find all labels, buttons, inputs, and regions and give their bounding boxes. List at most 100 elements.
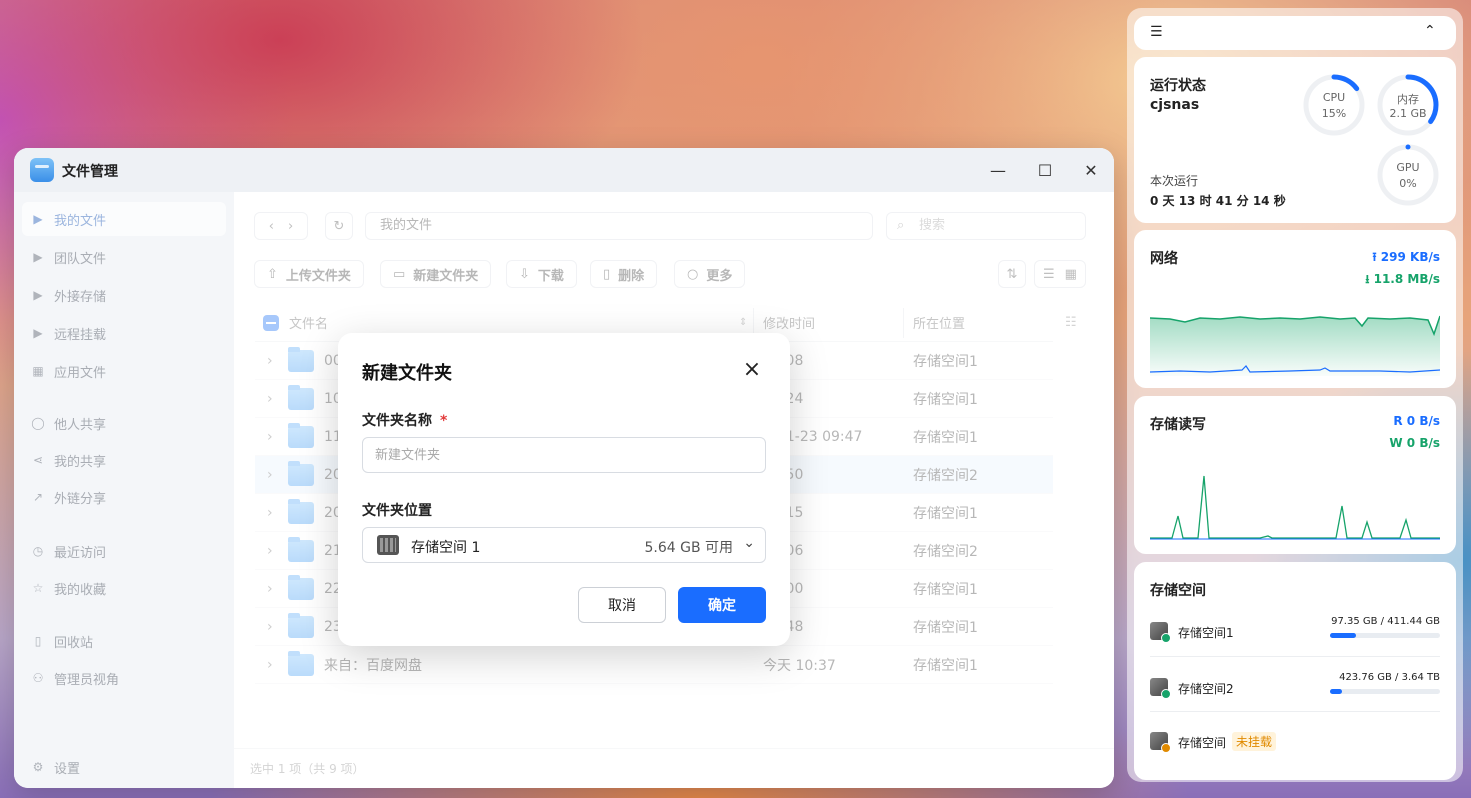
column-location[interactable]: 所在位置 (913, 313, 965, 332)
new-folder-button[interactable]: ▭ 新建文件夹 (380, 260, 492, 288)
storage-item[interactable]: 存储空间1 97.35 GB / 411.44 GB (1150, 614, 1440, 654)
table-row[interactable]: › 来自：百度网盘 今天 10:37 存储空间1 (255, 646, 1053, 684)
select-all-checkbox[interactable] (263, 315, 279, 331)
sidebar-item-remote-mount[interactable]: ▶ 远程挂载 (22, 316, 226, 350)
widget-header: ☰ ⌃ (1134, 16, 1456, 50)
refresh-icon: ↻ (333, 218, 345, 234)
more-button[interactable]: ○ 更多 (674, 260, 746, 288)
unmounted-badge: 未挂载 (1232, 732, 1277, 751)
filter-list-icon[interactable]: ☰ (1150, 24, 1163, 40)
required-mark: * (440, 413, 448, 429)
arrow-down-icon: ⭳ (1365, 272, 1374, 286)
cancel-button[interactable]: 取消 (578, 587, 666, 623)
sidebar-item-trash[interactable]: ▯ 回收站 (22, 624, 226, 658)
file-location: 存储空间1 (913, 429, 978, 446)
sidebar-item-label: 回收站 (54, 635, 94, 651)
storage-usage-fill (1330, 689, 1343, 694)
grid-view-icon[interactable]: ▦ (1065, 267, 1077, 282)
share-icon: ⋖ (32, 453, 44, 467)
sidebar-item-label: 我的文件 (54, 213, 107, 229)
window-title: 文件管理 (62, 164, 118, 180)
expand-icon[interactable]: › (267, 467, 273, 483)
nav-back-forward[interactable]: ‹ › (254, 212, 308, 240)
storage-usage-bar (1330, 633, 1440, 638)
list-view-icon[interactable]: ☰ (1043, 267, 1055, 282)
more-icon: ○ (687, 266, 699, 282)
upload-rate-value: 299 KB/s (1380, 250, 1440, 264)
close-icon[interactable]: × (740, 359, 764, 383)
folder-icon (288, 461, 314, 486)
sidebar-item-settings[interactable]: ⚙ 设置 (22, 750, 226, 784)
cpu-gauge: CPU 15% (1302, 73, 1366, 137)
chevron-right-icon[interactable]: › (288, 219, 293, 234)
storage-usage: 97.35 GB / 411.44 GB (1331, 616, 1440, 627)
storage-disk-icon (377, 535, 399, 555)
sort-arrows-icon[interactable]: ⇕ (739, 317, 747, 328)
storage-item[interactable]: 存储空间 未挂载 (1150, 724, 1440, 764)
folder-icon (288, 347, 314, 372)
confirm-button[interactable]: 确定 (678, 587, 766, 623)
chevron-left-icon[interactable]: ‹ (269, 219, 274, 234)
view-toggle[interactable]: ☰ ▦ (1034, 260, 1086, 288)
folder-location-select[interactable]: 存储空间 1 5.64 GB 可用 ⌄ (362, 527, 766, 563)
close-button[interactable]: ✕ (1079, 158, 1103, 182)
file-time: 今天 10:37 (763, 657, 836, 674)
sidebar-item-label: 最近访问 (54, 545, 107, 561)
search-icon: ⌕ (897, 218, 905, 233)
sidebar-item-label: 应用文件 (54, 365, 107, 381)
download-button[interactable]: ⇩ 下载 (506, 260, 577, 288)
folder-icon (288, 537, 314, 562)
sidebar-item-label: 我的收藏 (54, 582, 107, 598)
upload-folder-button[interactable]: ⇧ 上传文件夹 (254, 260, 364, 288)
sidebar-item-external-storage[interactable]: ▶ 外接存储 (22, 278, 226, 312)
sidebar-item-shared-with-me[interactable]: ◯ 他人共享 (22, 406, 226, 440)
expand-icon[interactable]: › (267, 619, 273, 635)
storage-item[interactable]: 存储空间2 423.76 GB / 3.64 TB (1150, 670, 1440, 710)
expand-icon[interactable]: › (267, 581, 273, 597)
refresh-button[interactable]: ↻ (325, 212, 353, 240)
expand-icon[interactable]: › (267, 657, 273, 673)
disk-io-graph (1150, 475, 1440, 540)
sidebar-item-my-shares[interactable]: ⋖ 我的共享 (22, 443, 226, 477)
storage-card: 存储空间 存储空间1 97.35 GB / 411.44 GB 存储空间2 42… (1134, 562, 1456, 780)
expand-icon[interactable]: › (267, 391, 273, 407)
search-input[interactable]: ⌕ 搜索 (886, 212, 1086, 240)
sidebar-item-team-files[interactable]: ▶ 团队文件 (22, 240, 226, 274)
maximize-button[interactable]: ☐ (1033, 158, 1057, 182)
sidebar-item-recent[interactable]: ◷ 最近访问 (22, 534, 226, 568)
sidebar-item-link-shares[interactable]: ↗ 外链分享 (22, 480, 226, 514)
column-name[interactable]: 文件名 (289, 313, 328, 332)
new-folder-icon: ▭ (393, 266, 406, 282)
sidebar-item-app-files[interactable]: ▦ 应用文件 (22, 354, 226, 388)
expand-icon[interactable]: › (267, 505, 273, 521)
download-icon: ⇩ (519, 266, 530, 282)
upload-label: 上传文件夹 (285, 268, 351, 284)
expand-icon[interactable]: › (267, 353, 273, 369)
network-card: 网络 ⭱ 299 KB/s ⭳ 11.8 MB/s (1134, 230, 1456, 388)
delete-button[interactable]: ▯ 删除 (590, 260, 658, 288)
column-settings-icon[interactable]: ☷ (1065, 315, 1077, 330)
external-link-icon: ↗ (32, 490, 44, 504)
column-modified[interactable]: 修改时间 (763, 313, 815, 332)
sidebar-item-admin-view[interactable]: ⚇ 管理员视角 (22, 661, 226, 695)
minimize-button[interactable]: — (986, 158, 1010, 182)
network-graph (1150, 315, 1440, 376)
expand-icon[interactable]: › (267, 429, 273, 445)
title-bar[interactable]: 文件管理 — ☐ ✕ (14, 148, 1114, 192)
status-title: 运行状态 (1150, 78, 1206, 94)
storage-name: 存储空间2 (1178, 682, 1234, 696)
admin-icon: ⚇ (32, 671, 44, 685)
sidebar-item-favorites[interactable]: ☆ 我的收藏 (22, 571, 226, 605)
sidebar-item-label: 外接存储 (54, 289, 107, 305)
chevron-up-double-icon[interactable]: ⌃ (1424, 23, 1436, 39)
sidebar-item-my-files[interactable]: ▶ 我的文件 (22, 202, 226, 236)
delete-label: 删除 (618, 268, 645, 284)
path-breadcrumb[interactable]: 我的文件 (365, 212, 873, 240)
storage-usage: 423.76 GB / 3.64 TB (1339, 672, 1440, 683)
sidebar-item-label: 他人共享 (54, 417, 107, 433)
expand-icon[interactable]: › (267, 543, 273, 559)
sort-button[interactable]: ⇅ (998, 260, 1026, 288)
gpu-gauge: GPU 0% (1376, 143, 1440, 207)
folder-name-input[interactable] (362, 437, 766, 473)
gpu-value: 0% (1399, 177, 1417, 190)
